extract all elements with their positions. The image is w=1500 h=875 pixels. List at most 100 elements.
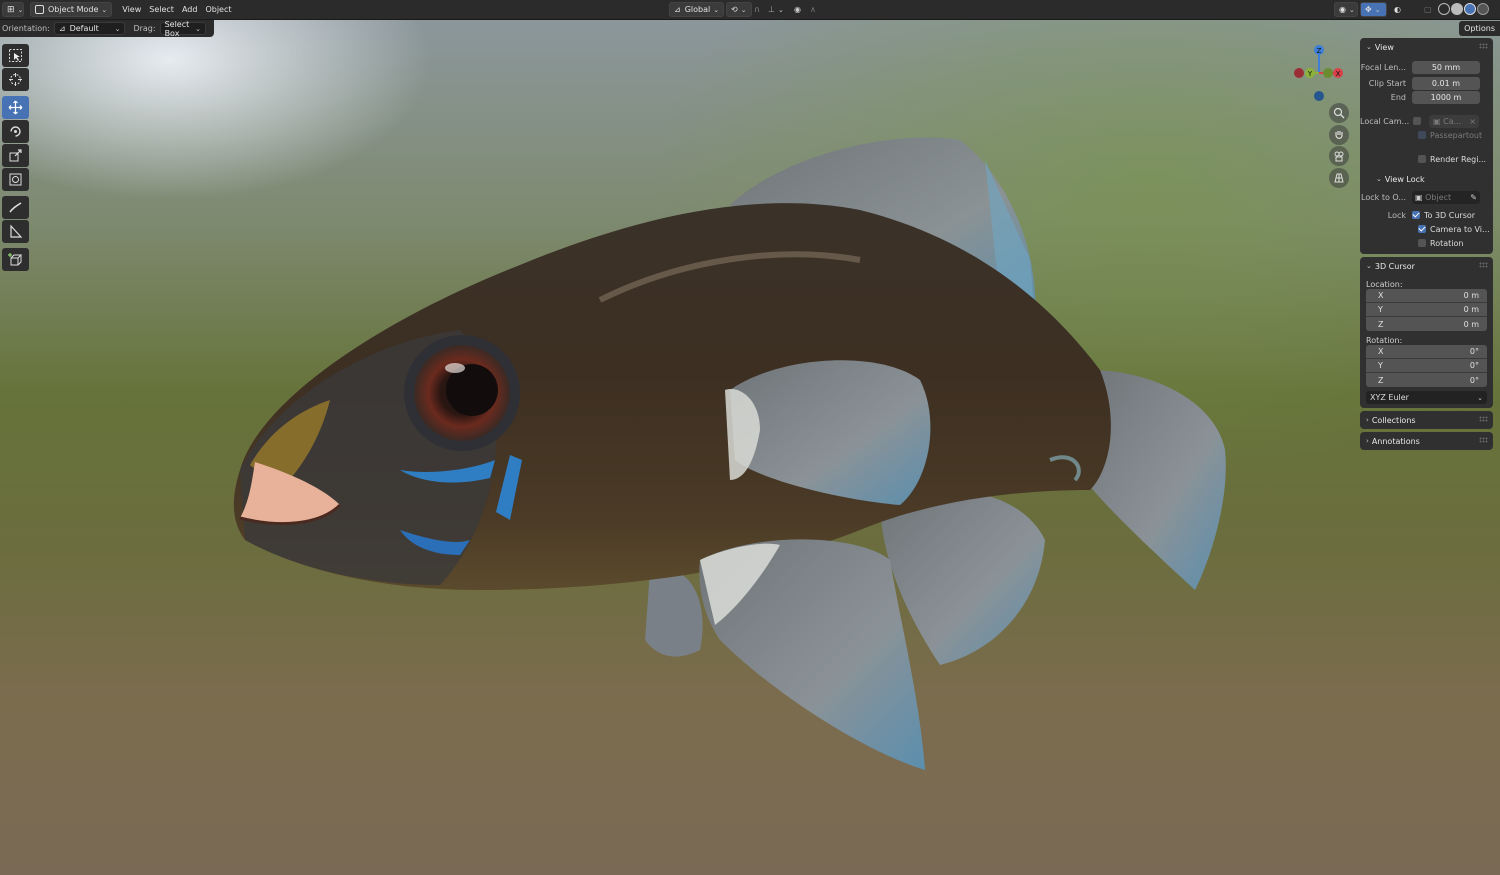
select-box-tool[interactable] [2, 44, 29, 67]
cursor-tool[interactable] [2, 68, 29, 91]
gizmo-toggle[interactable]: ✥ ⌄ [1360, 2, 1387, 17]
clip-end-field[interactable]: 1000 m [1412, 90, 1480, 104]
snap-magnet-icon: ∩ [754, 5, 760, 14]
collapse-chevron-icon: ⌄ [1366, 262, 1372, 270]
add-cube-tool[interactable] [2, 248, 29, 271]
lock-to-3d-cursor-checkbox[interactable] [1412, 211, 1420, 219]
location-z-field[interactable]: Z0 m [1366, 317, 1487, 331]
orientation-icon: ⊿ [674, 5, 681, 14]
rotation-label: Rotation: [1366, 336, 1403, 345]
rotation-y-field[interactable]: Y 0° [1366, 359, 1487, 373]
pivot-point-dropdown[interactable]: ⟲ ⌄ [726, 2, 752, 17]
3d-viewport[interactable]: Z X Y [0, 0, 1500, 875]
view-lock-header[interactable]: ⌄ View Lock [1360, 170, 1493, 188]
rotate-icon [10, 126, 21, 137]
render-region-label: Render Regi... [1430, 154, 1487, 164]
measure-tool[interactable] [2, 220, 29, 243]
location-x-field[interactable]: X0 m [1366, 289, 1487, 303]
perspective-grid-icon[interactable] [1329, 168, 1349, 188]
options-button[interactable]: Options [1459, 21, 1500, 36]
menu-select[interactable]: Select [145, 2, 178, 17]
menu-add[interactable]: Add [178, 2, 202, 17]
editor-type-button[interactable]: ⊞ ⌄ [2, 2, 24, 17]
material-preview-icon[interactable] [1464, 3, 1476, 15]
transform-icon [9, 173, 22, 186]
camera-to-view-checkbox[interactable] [1418, 225, 1426, 233]
lock-to-object-label: Lock to O... [1361, 192, 1406, 202]
lock-rotation-checkbox[interactable] [1418, 239, 1426, 247]
falloff-icon: ∧ [810, 5, 816, 14]
collections-panel-header[interactable]: › Collections [1360, 411, 1493, 429]
transform-orientation-dropdown[interactable]: ⊿ Global ⌄ [669, 2, 725, 17]
eyedropper-icon[interactable]: ✎ [1470, 191, 1480, 204]
lock-rotation-label: Rotation [1430, 238, 1464, 248]
proportional-falloff-dropdown[interactable]: ∧ [806, 2, 820, 17]
viewport-header: ⊞ ⌄ Object Mode ⌄ View Select Add Object ⊿… [0, 0, 1500, 20]
snap-target-icon: ⊥ [768, 5, 775, 14]
pan-hand-icon[interactable] [1329, 125, 1349, 145]
annotate-tool[interactable] [2, 196, 29, 219]
clip-end-label: End [1390, 92, 1406, 102]
mode-dropdown[interactable]: Object Mode ⌄ [30, 2, 113, 17]
rendered-shading-icon[interactable] [1477, 3, 1489, 15]
menu-object[interactable]: Object [201, 2, 235, 17]
transform-tool[interactable] [2, 168, 29, 191]
annotations-panel-header[interactable]: › Annotations [1360, 432, 1493, 450]
svg-text:Z: Z [1317, 47, 1322, 55]
drag-dropdown[interactable]: Select Box ⌄ [159, 20, 206, 38]
navigation-gizmo[interactable]: Z X Y [1290, 42, 1350, 102]
3d-cursor-panel-header[interactable]: ⌄ 3D Cursor [1360, 257, 1493, 275]
scale-tool[interactable] [2, 144, 29, 167]
local-camera-field[interactable]: ▣ Ca... × [1429, 114, 1479, 128]
select-box-icon [9, 49, 22, 62]
object-icon: ▣ [1415, 192, 1426, 202]
menu-view[interactable]: View [118, 2, 145, 17]
proportional-icon: ◉ [794, 5, 801, 14]
svg-text:X: X [1336, 70, 1341, 78]
drag-handle-icon[interactable] [1479, 437, 1488, 443]
move-icon [8, 100, 23, 115]
location-label: Location: [1366, 280, 1403, 289]
view-panel-header[interactable]: ⌄ View [1360, 38, 1493, 56]
rotate-tool[interactable] [2, 120, 29, 143]
local-camera-checkbox[interactable] [1413, 117, 1421, 125]
wireframe-shading-icon[interactable] [1438, 3, 1450, 15]
location-y-field[interactable]: Y0 m [1366, 303, 1487, 317]
snap-toggle[interactable]: ∩ [750, 2, 764, 17]
snap-target-dropdown[interactable]: ⊥ ⌄ [764, 2, 788, 17]
focal-length-field[interactable]: 50 mm [1412, 60, 1480, 74]
rotation-mode-dropdown[interactable]: XYZ Euler ⌄ [1366, 391, 1487, 404]
passepartout-label: Passepartout [1430, 130, 1483, 140]
overlay-toggle[interactable]: ◐ [1390, 2, 1405, 17]
svg-text:Y: Y [1307, 70, 1313, 78]
xray-toggle[interactable]: ▢ [1420, 2, 1436, 17]
clip-start-field[interactable]: 0.01 m [1412, 76, 1480, 90]
drag-handle-icon[interactable] [1479, 262, 1488, 268]
drag-handle-icon[interactable] [1479, 43, 1488, 49]
clip-start-label: Clip Start [1368, 78, 1406, 88]
proportional-edit-toggle[interactable]: ◉ [790, 2, 805, 17]
zoom-icon[interactable] [1329, 103, 1349, 123]
fish-model[interactable] [0, 0, 1500, 875]
editor-type-icon: ⊞ [7, 4, 15, 15]
render-region-checkbox[interactable] [1418, 155, 1426, 163]
visibility-dropdown[interactable]: ◉ ⌄ [1334, 2, 1358, 17]
rotation-x-field[interactable]: X 0° [1366, 345, 1487, 359]
collapse-chevron-icon: ⌄ [1366, 43, 1372, 51]
annotations-panel: › Annotations [1360, 432, 1493, 450]
annotate-pencil-icon [9, 202, 22, 213]
rotation-z-field[interactable]: Z 0° [1366, 373, 1487, 387]
solid-shading-icon[interactable] [1451, 3, 1463, 15]
clear-x-icon[interactable]: × [1469, 115, 1479, 128]
collections-panel: › Collections [1360, 411, 1493, 429]
move-tool[interactable] [2, 96, 29, 119]
camera-view-icon[interactable] [1329, 146, 1349, 166]
orientation-dropdown[interactable]: ⊿ Default ⌄ [53, 22, 126, 35]
lock-label: Lock [1387, 210, 1406, 220]
expand-chevron-icon: › [1366, 416, 1369, 424]
passepartout-checkbox[interactable] [1418, 131, 1426, 139]
drag-handle-icon[interactable] [1479, 416, 1488, 422]
gizmo-icon: ✥ [1365, 5, 1372, 14]
pivot-icon: ⟲ [731, 5, 738, 14]
lock-to-object-field[interactable]: ▣ Object ✎ [1412, 190, 1480, 204]
